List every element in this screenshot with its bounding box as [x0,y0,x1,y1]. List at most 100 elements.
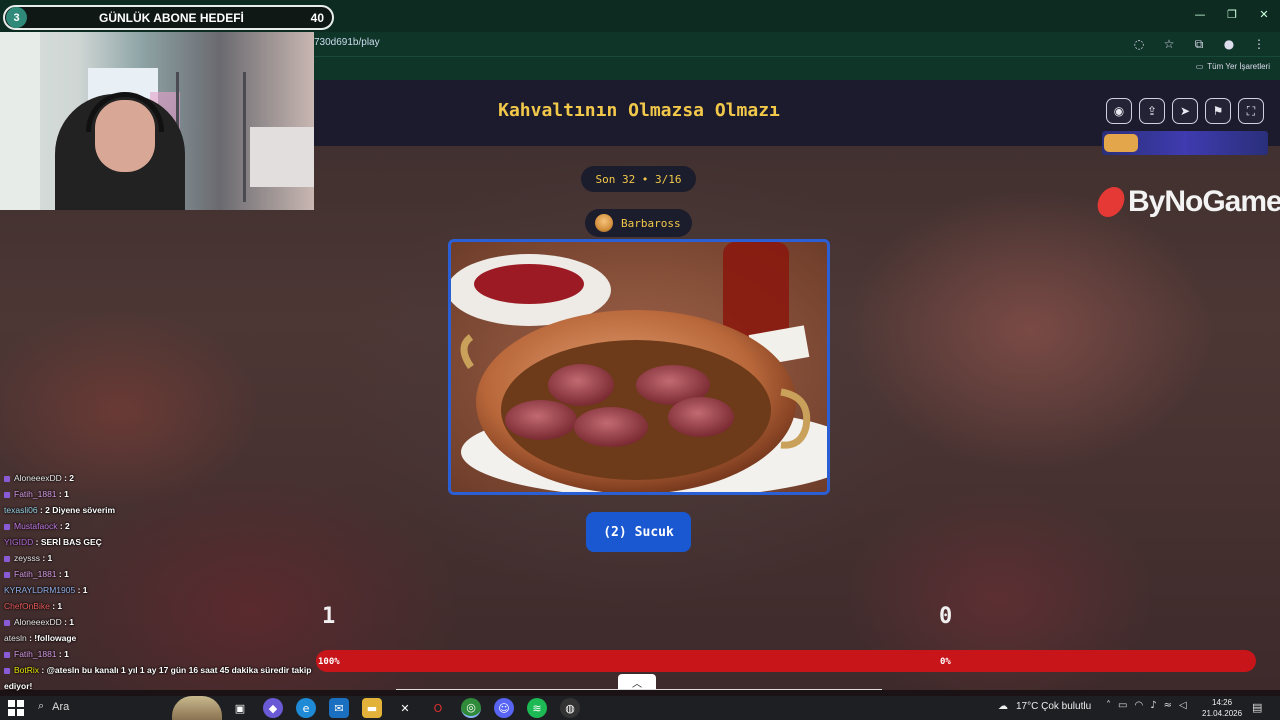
score-right: 0 [939,604,953,629]
discord-icon[interactable]: ☺ [494,698,514,718]
minimize-icon[interactable]: — [1184,0,1216,28]
chat-message: BotRix : @atesln bu kanalı 1 yıl 1 ay 17… [0,662,330,678]
chat-text: : 1 [52,601,63,611]
chat-text: : 1 [58,569,69,579]
avatar [595,214,613,232]
sub-goal-target: 40 [310,11,324,25]
chat-text: : 2 [59,521,70,531]
chat-message: YIGIDD : SERİ BAS GEÇ [0,534,330,550]
food-image-card[interactable] [448,239,830,495]
profile-icon[interactable]: ● [1220,35,1238,53]
task-view-icon[interactable]: ▣ [230,698,250,718]
xbox-icon[interactable]: ✕ [395,698,415,718]
vote-progress-fill [316,650,1256,672]
weather-widget[interactable]: ☁ 17°C Çok bulutlu [998,701,1091,712]
flag-icon[interactable]: ⚑ [1205,98,1231,124]
chat-username[interactable]: atesln [4,633,27,643]
opera-icon[interactable]: O [428,698,448,718]
chat-badge-icon [4,523,10,530]
bynogame-text: ByNoGame [1128,185,1280,218]
chat-text: : !followage [29,633,77,643]
chat-username[interactable]: AloneeexDD [14,617,62,627]
chat-username[interactable]: Fatih_1881 [14,489,57,499]
windows-start-icon[interactable] [8,700,24,716]
url-field[interactable]: 730d691b/play [314,37,380,48]
taskbar-apps: ▣ ◆ e ✉ ▬ ✕ O ◎ ☺ ≋ ◍ [230,698,580,718]
chat-overlay: AloneeexDD : 2 Fatih_1881 : 1 texasli06 : … [0,470,330,707]
share-icon[interactable]: ⇪ [1139,98,1165,124]
player-badge: Barbaross [585,209,692,237]
star-icon[interactable]: ☆ [1160,35,1178,53]
file-explorer-icon[interactable]: ▬ [362,698,382,718]
eye-icon[interactable]: ◉ [1106,98,1132,124]
mic-icon[interactable]: ♪ [1150,700,1156,711]
chat-username[interactable]: Mustafaock [14,521,57,531]
edge-icon[interactable]: e [296,698,316,718]
chevron-up-icon[interactable]: ˄ [1106,700,1111,711]
search-highlight-image [172,696,222,720]
chat-message: AloneeexDD : 2 [0,470,330,486]
chat-username[interactable]: zeysss [14,553,40,563]
header-actions: ◉ ⇪ ➤ ⚑ ⛶ [1106,98,1264,124]
round-indicator: Son 32 • 3/16 [581,166,696,192]
restore-icon[interactable]: ❐ [1216,0,1248,28]
chat-message: Fatih_1881 : 1 [0,646,330,662]
sub-goal-count: 3 [6,7,27,28]
answer-button[interactable]: (2) Sucuk [586,512,691,552]
spotify-icon[interactable]: ≋ [527,698,547,718]
chat-username[interactable]: Fatih_1881 [14,649,57,659]
notification-icon[interactable]: ▤ [1252,701,1262,714]
extension-icon[interactable]: ⧉ [1190,35,1208,53]
copilot-icon[interactable]: ◆ [263,698,283,718]
chat-username[interactable]: KYRAYLDRM1905 [4,585,75,595]
chat-username[interactable]: AloneeexDD [14,473,62,483]
menu-icon[interactable]: ⋮ [1250,35,1268,53]
clock-time: 14:26 [1212,698,1233,707]
folder-icon: ▭ [1195,62,1204,71]
chat-message: atesln : !followage [0,630,330,646]
chat-message: Fatih_1881 : 1 [0,566,330,582]
chat-message: texasli06 : 2 Diyene söverim [0,502,330,518]
chat-text: : @atesln bu kanalı 1 yıl 1 ay 17 gün 16… [41,665,312,675]
chrome-icon[interactable]: ◎ [461,698,481,718]
chat-text: : 2 Diyene söverim [39,505,116,515]
close-icon[interactable]: ✕ [1248,0,1280,28]
chat-text: : 1 [58,649,69,659]
chat-username[interactable]: texasli06 [4,505,38,515]
chat-username[interactable]: BotRix [14,665,39,675]
volume-icon[interactable]: ◁ [1179,700,1187,711]
taskbar-search[interactable]: ⌕ Ara [38,700,69,713]
chat-text: : SERİ BAS GEÇ [35,537,102,547]
scroll-indicator [396,689,882,690]
chat-badge-icon [4,491,10,498]
battery-icon[interactable]: ▭ [1118,700,1127,711]
network-icon[interactable]: ◠ [1134,700,1143,711]
eye-off-icon[interactable]: ◌ [1130,35,1148,53]
chat-text: : 1 [77,585,88,595]
percent-right: 0% [940,657,951,667]
vote-progress-bar [316,650,1256,672]
cam-background-door [0,32,40,210]
search-label: Ara [52,700,70,713]
chat-username[interactable]: Fatih_1881 [14,569,57,579]
sucuk-pan-image [451,242,827,492]
chat-badge-icon [4,667,10,674]
chat-text: ediyor! [4,681,33,691]
wifi-icon[interactable]: ≈ [1164,700,1172,711]
cam-shelf [176,72,246,202]
send-icon[interactable]: ➤ [1172,98,1198,124]
chat-text: : 1 [42,553,53,563]
fullscreen-icon[interactable]: ⛶ [1238,98,1264,124]
chevron-up-icon[interactable]: ︿ [618,674,656,690]
chat-message: zeysss : 1 [0,550,330,566]
obs-icon[interactable]: ◍ [560,698,580,718]
answer-label: Sucuk [634,524,674,540]
outlook-icon[interactable]: ✉ [329,698,349,718]
chat-username[interactable]: ChefOnBike [4,601,50,611]
chat-username[interactable]: YIGIDD [4,537,33,547]
chat-message: ChefOnBike : 1 [0,598,330,614]
all-bookmarks-button[interactable]: ▭ Tüm Yer İşaretleri [1196,62,1270,71]
sponsor-banner [1102,131,1268,155]
bynogame-logo: ByNoGame [1094,185,1280,219]
clock[interactable]: 14:26 21.04.2026 [1202,697,1242,719]
